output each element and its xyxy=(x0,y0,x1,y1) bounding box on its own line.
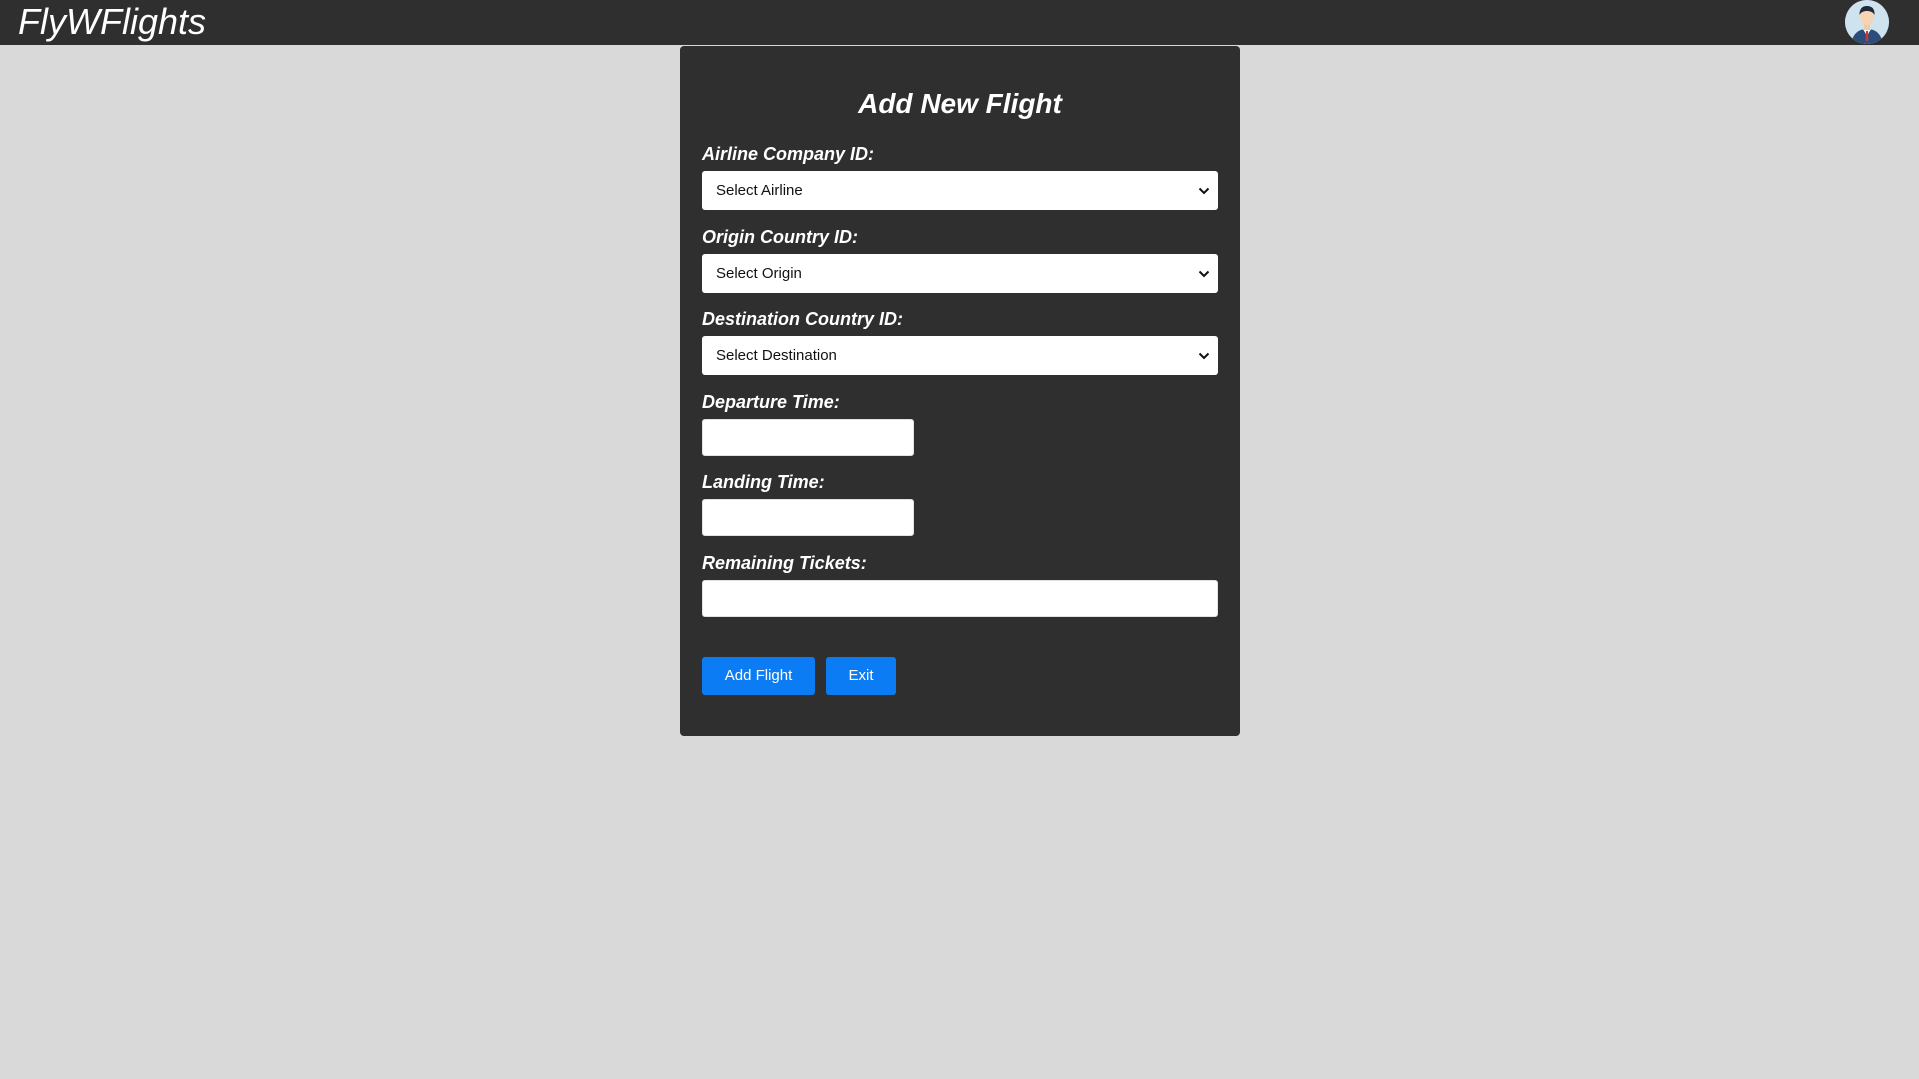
airline-select-value: Select Airline xyxy=(716,182,803,199)
origin-select-value: Select Origin xyxy=(716,265,802,282)
destination-select-value: Select Destination xyxy=(716,347,837,364)
landing-label: Landing Time: xyxy=(702,472,825,492)
departure-time-input[interactable] xyxy=(702,419,914,456)
top-bar: FlyWFlights xyxy=(0,0,1919,45)
destination-select[interactable]: Select Destination xyxy=(702,336,1218,375)
origin-select[interactable]: Select Origin xyxy=(702,254,1218,293)
chevron-down-icon xyxy=(1198,171,1210,210)
origin-label: Origin Country ID: xyxy=(702,227,858,247)
tickets-label: Remaining Tickets: xyxy=(702,553,867,573)
chevron-down-icon xyxy=(1198,336,1210,375)
airline-label: Airline Company ID: xyxy=(702,144,875,164)
destination-label: Destination Country ID: xyxy=(702,309,903,329)
departure-label: Departure Time: xyxy=(702,392,840,412)
landing-time-input[interactable] xyxy=(702,499,914,536)
remaining-tickets-input[interactable] xyxy=(702,580,1218,617)
add-flight-button[interactable]: Add Flight xyxy=(702,657,815,695)
airline-select[interactable]: Select Airline xyxy=(702,171,1218,210)
exit-button[interactable]: Exit xyxy=(826,657,896,695)
app-brand[interactable]: FlyWFlights xyxy=(18,1,206,43)
chevron-down-icon xyxy=(1198,254,1210,293)
user-avatar-icon[interactable] xyxy=(1845,0,1889,44)
form-title: Add New Flight xyxy=(858,88,1062,119)
